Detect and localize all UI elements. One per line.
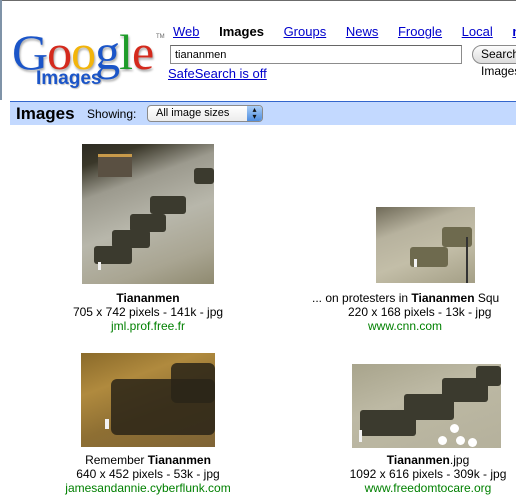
result-thumbnail[interactable]	[376, 207, 475, 283]
result-caption: Remember Tiananmen 640 x 452 pixels - 53…	[38, 453, 258, 495]
logo-trademark: TM	[156, 34, 165, 40]
nav-froogle[interactable]: Froogle	[398, 24, 442, 39]
result-thumbnail[interactable]	[82, 144, 214, 284]
image-size-select[interactable]: All image sizes ▴ ▾	[147, 105, 263, 122]
result-title[interactable]: Tiananmen	[38, 291, 258, 305]
image-tank-shape	[150, 196, 186, 214]
image-lamp-shape	[450, 424, 459, 433]
nav-news[interactable]: News	[346, 24, 379, 39]
results-bar: Images Showing: All image sizes ▴ ▾	[10, 101, 516, 125]
image-lamp-shape	[438, 436, 447, 445]
image-person-shape	[414, 259, 417, 267]
result-title[interactable]: Tiananmen.jpg	[318, 453, 516, 467]
google-images-logo[interactable]: Google TM Images	[12, 24, 165, 92]
result-info: 1092 x 616 pixels - 309k - jpg	[349, 467, 507, 481]
image-tank-shape	[171, 363, 215, 403]
result-source[interactable]: www.freedomtocare.org	[318, 481, 516, 495]
nav-groups[interactable]: Groups	[284, 24, 327, 39]
nav-images: Images	[219, 24, 264, 39]
image-lamp-shape	[468, 438, 477, 447]
nav-local[interactable]: Local	[462, 24, 493, 39]
search-input[interactable]	[170, 45, 462, 64]
image-size-select-value: All image sizes	[156, 107, 230, 119]
safesearch-link[interactable]: SafeSearch is off	[168, 66, 267, 81]
nav-web[interactable]: Web	[173, 24, 200, 39]
result-thumbnail[interactable]	[352, 364, 501, 448]
image-bus-shape	[98, 154, 132, 177]
result-title[interactable]: ... on protesters in Tiananmen Squ	[312, 291, 516, 305]
logo-letter: e	[132, 24, 154, 80]
search-nav: Web Images Groups News Froogle Local mor…	[173, 24, 516, 39]
result-info: 220 x 168 pixels - 13k - jpg	[348, 305, 492, 319]
image-tank-shape	[194, 168, 214, 184]
image-person-shape	[359, 430, 362, 442]
image-lamp-shape	[456, 436, 465, 445]
results-bar-title: Images	[16, 104, 75, 123]
select-arrows-icon: ▴ ▾	[247, 106, 262, 121]
image-tank-shape	[476, 366, 501, 386]
nav-more[interactable]: more »	[512, 24, 516, 39]
logo-letter: l	[119, 24, 133, 80]
result-caption: ... on protesters in Tiananmen Squ 220 x…	[312, 291, 516, 333]
showing-label: Showing:	[87, 107, 137, 121]
result-source[interactable]: jml.prof.free.fr	[38, 319, 258, 333]
result-caption: Tiananmen 705 x 742 pixels - 141k - jpg …	[38, 291, 258, 333]
result-info: 705 x 742 pixels - 141k - jpg	[72, 305, 224, 319]
window-left-edge	[0, 0, 2, 100]
result-title[interactable]: Remember Tiananmen	[38, 453, 258, 467]
image-person-shape	[105, 419, 109, 429]
logo-subtitle: Images	[36, 68, 102, 89]
image-person-shape	[98, 262, 101, 270]
result-caption: Tiananmen.jpg 1092 x 616 pixels - 309k -…	[318, 453, 516, 495]
search-images-button[interactable]: Search Images	[472, 45, 516, 78]
result-source[interactable]: www.cnn.com	[312, 319, 516, 333]
result-info: 640 x 452 pixels - 53k - jpg	[76, 467, 220, 481]
image-pole-shape	[466, 237, 468, 283]
result-thumbnail[interactable]	[81, 353, 215, 447]
result-source[interactable]: jamesandannie.cyberflunk.com	[38, 481, 258, 495]
window-top-border	[0, 0, 516, 1]
